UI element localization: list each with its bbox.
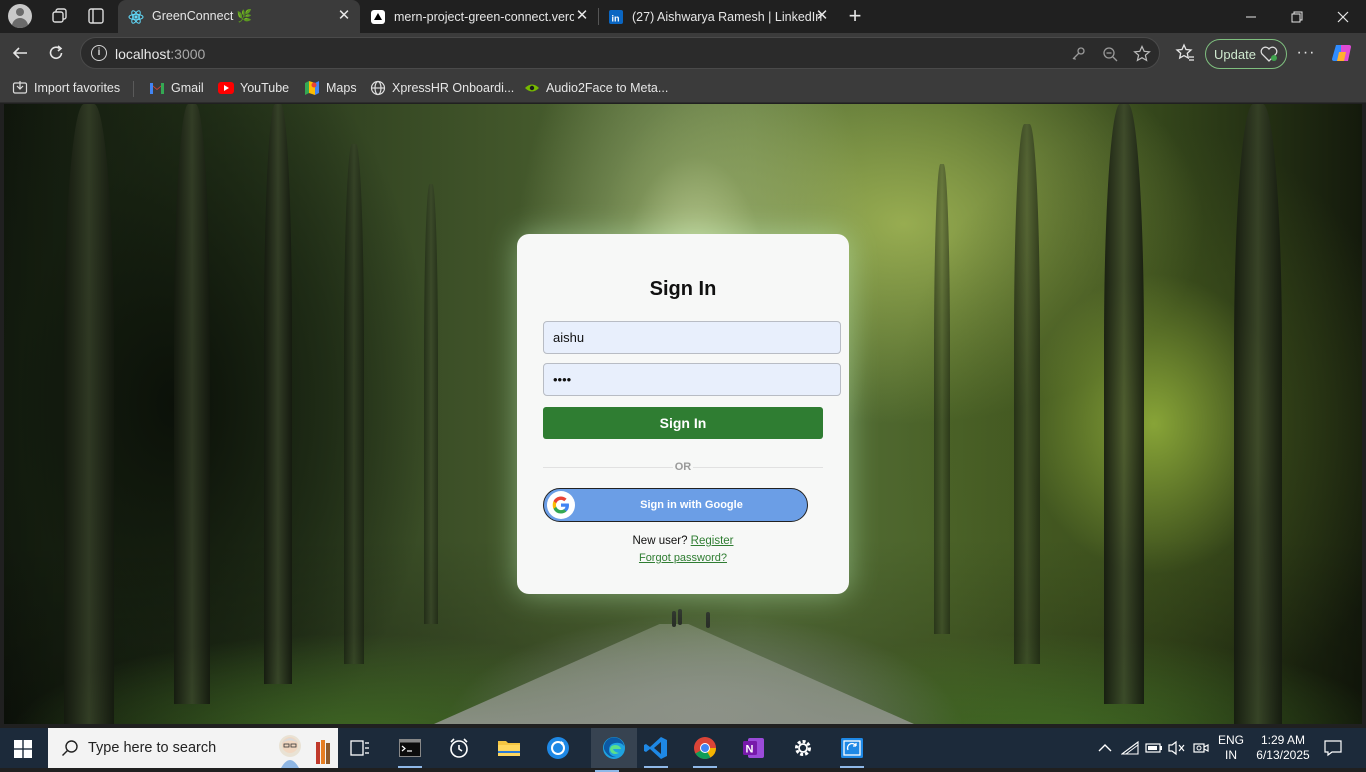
site-info-icon[interactable]: i xyxy=(91,45,107,61)
or-text: OR xyxy=(674,461,692,473)
show-hidden-icons-icon[interactable] xyxy=(1096,738,1114,758)
update-label: Update xyxy=(1214,46,1256,62)
vertical-tabs-icon[interactable] xyxy=(82,4,110,28)
favorites-icon[interactable] xyxy=(1173,41,1197,65)
notifications-icon[interactable] xyxy=(1322,738,1344,758)
sign-in-button[interactable]: Sign In xyxy=(543,407,823,439)
profile-avatar-icon[interactable] xyxy=(8,4,32,28)
tab-greenconnect[interactable]: GreenConnect 🌿 ✕ xyxy=(118,0,360,33)
key-icon[interactable] xyxy=(1069,45,1087,63)
tab-linkedin[interactable]: in (27) Aishwarya Ramesh | LinkedIn ✕ xyxy=(598,0,838,33)
wifi-icon[interactable] xyxy=(1120,738,1140,758)
back-arrow-icon[interactable] xyxy=(8,41,32,65)
app-refresh-icon[interactable] xyxy=(542,732,574,764)
new-tab-icon[interactable]: + xyxy=(841,3,869,28)
google-sign-in-label: Sign in with Google xyxy=(640,499,743,511)
file-explorer-icon[interactable] xyxy=(493,732,525,764)
svg-text:N: N xyxy=(746,744,754,756)
close-window-icon[interactable] xyxy=(1320,0,1366,33)
onenote-icon[interactable]: N xyxy=(738,732,770,764)
search-placeholder: Type here to search xyxy=(88,740,217,756)
copilot-icon[interactable] xyxy=(1330,41,1354,65)
bookmark-youtube[interactable]: YouTube xyxy=(218,79,289,97)
battery-icon[interactable] xyxy=(1144,738,1164,758)
update-button[interactable]: Update xyxy=(1205,39,1287,69)
restore-icon[interactable] xyxy=(1274,0,1320,33)
workspaces-icon[interactable] xyxy=(46,4,74,28)
search-highlight-icon xyxy=(279,735,330,768)
gmail-icon xyxy=(149,80,165,96)
settings-gear-icon[interactable] xyxy=(787,732,819,764)
taskbar-search-box[interactable]: Type here to search xyxy=(48,728,338,768)
new-user-line: New user? Register xyxy=(632,535,734,547)
google-sign-in-button[interactable]: Sign in with Google xyxy=(543,488,808,522)
clock-date: 6/13/2025 xyxy=(1256,748,1310,762)
heartbeat-icon xyxy=(1260,46,1278,62)
password-input[interactable] xyxy=(543,363,841,396)
input-language-indicator[interactable]: ENG IN xyxy=(1213,733,1249,763)
close-tab-icon[interactable]: ✕ xyxy=(814,8,830,24)
address-bar[interactable]: i localhost:3000 xyxy=(80,37,1160,69)
task-view-icon[interactable] xyxy=(344,732,376,764)
zoom-out-icon[interactable] xyxy=(1101,45,1119,63)
vercel-icon xyxy=(370,9,386,25)
tab-vercel[interactable]: mern-project-green-connect.verc ✕ xyxy=(360,0,598,33)
bookmark-gmail[interactable]: Gmail xyxy=(149,79,204,97)
meet-now-icon[interactable] xyxy=(1192,738,1210,758)
react-icon xyxy=(128,9,144,25)
bookmark-import-favorites[interactable]: Import favorites xyxy=(12,79,120,97)
bookmark-xpresshr[interactable]: XpressHR Onboardi... xyxy=(370,79,514,97)
browser-tab-bar: GreenConnect 🌿 ✕ mern-project-green-conn… xyxy=(0,0,1366,33)
tab-title: GreenConnect 🌿 xyxy=(152,9,253,23)
bookmark-separator xyxy=(133,81,134,97)
globe-icon xyxy=(370,80,386,96)
tab-title: (27) Aishwarya Ramesh | LinkedIn xyxy=(632,9,823,24)
windows-start-icon[interactable] xyxy=(14,740,32,758)
tab-title: mern-project-green-connect.verc xyxy=(394,9,574,24)
svg-text:in: in xyxy=(612,13,620,23)
system-clock[interactable]: 1:29 AM 6/13/2025 xyxy=(1250,733,1316,763)
username-input[interactable] xyxy=(543,321,841,354)
bookmarks-bar: Import favorites Gmail YouTube Maps Xpre… xyxy=(0,73,1366,103)
clock-time: 1:29 AM xyxy=(1260,733,1306,747)
bookmark-audio2face[interactable]: Audio2Face to Meta... xyxy=(524,79,668,97)
page-viewport: Sign In Sign In OR Sign in with Google N… xyxy=(4,104,1362,724)
favorite-star-icon[interactable] xyxy=(1133,45,1151,63)
import-icon xyxy=(12,80,28,96)
edge-browser-icon[interactable] xyxy=(591,728,637,772)
minimize-icon[interactable] xyxy=(1228,0,1274,33)
maps-icon xyxy=(304,80,320,96)
youtube-icon xyxy=(218,80,234,96)
register-link[interactable]: Register xyxy=(691,535,734,547)
url-text[interactable]: localhost:3000 xyxy=(115,46,205,62)
refresh-icon[interactable] xyxy=(44,41,68,65)
navigation-bar: i localhost:3000 Update ··· xyxy=(0,33,1366,73)
sign-in-title: Sign In xyxy=(649,278,717,300)
close-tab-icon[interactable]: ✕ xyxy=(574,8,590,24)
forgot-password-link[interactable]: Forgot password? xyxy=(517,552,849,564)
remote-app-icon[interactable] xyxy=(836,732,868,768)
search-icon xyxy=(62,740,78,756)
sign-in-card: Sign In Sign In OR Sign in with Google N… xyxy=(517,234,849,594)
vscode-icon[interactable] xyxy=(640,732,672,768)
close-tab-icon[interactable]: ✕ xyxy=(336,8,352,24)
chrome-icon[interactable] xyxy=(689,732,721,768)
bookmark-maps[interactable]: Maps xyxy=(304,79,357,97)
windows-taskbar: Type here to search N ENG IN 1:29 AM 6/1… xyxy=(0,728,1366,772)
nvidia-icon xyxy=(524,80,540,96)
volume-muted-icon[interactable] xyxy=(1167,738,1187,758)
alarm-clock-icon[interactable] xyxy=(443,732,475,764)
linkedin-icon: in xyxy=(608,9,624,25)
terminal-icon[interactable] xyxy=(394,732,426,768)
more-options-icon[interactable]: ··· xyxy=(1294,41,1318,65)
